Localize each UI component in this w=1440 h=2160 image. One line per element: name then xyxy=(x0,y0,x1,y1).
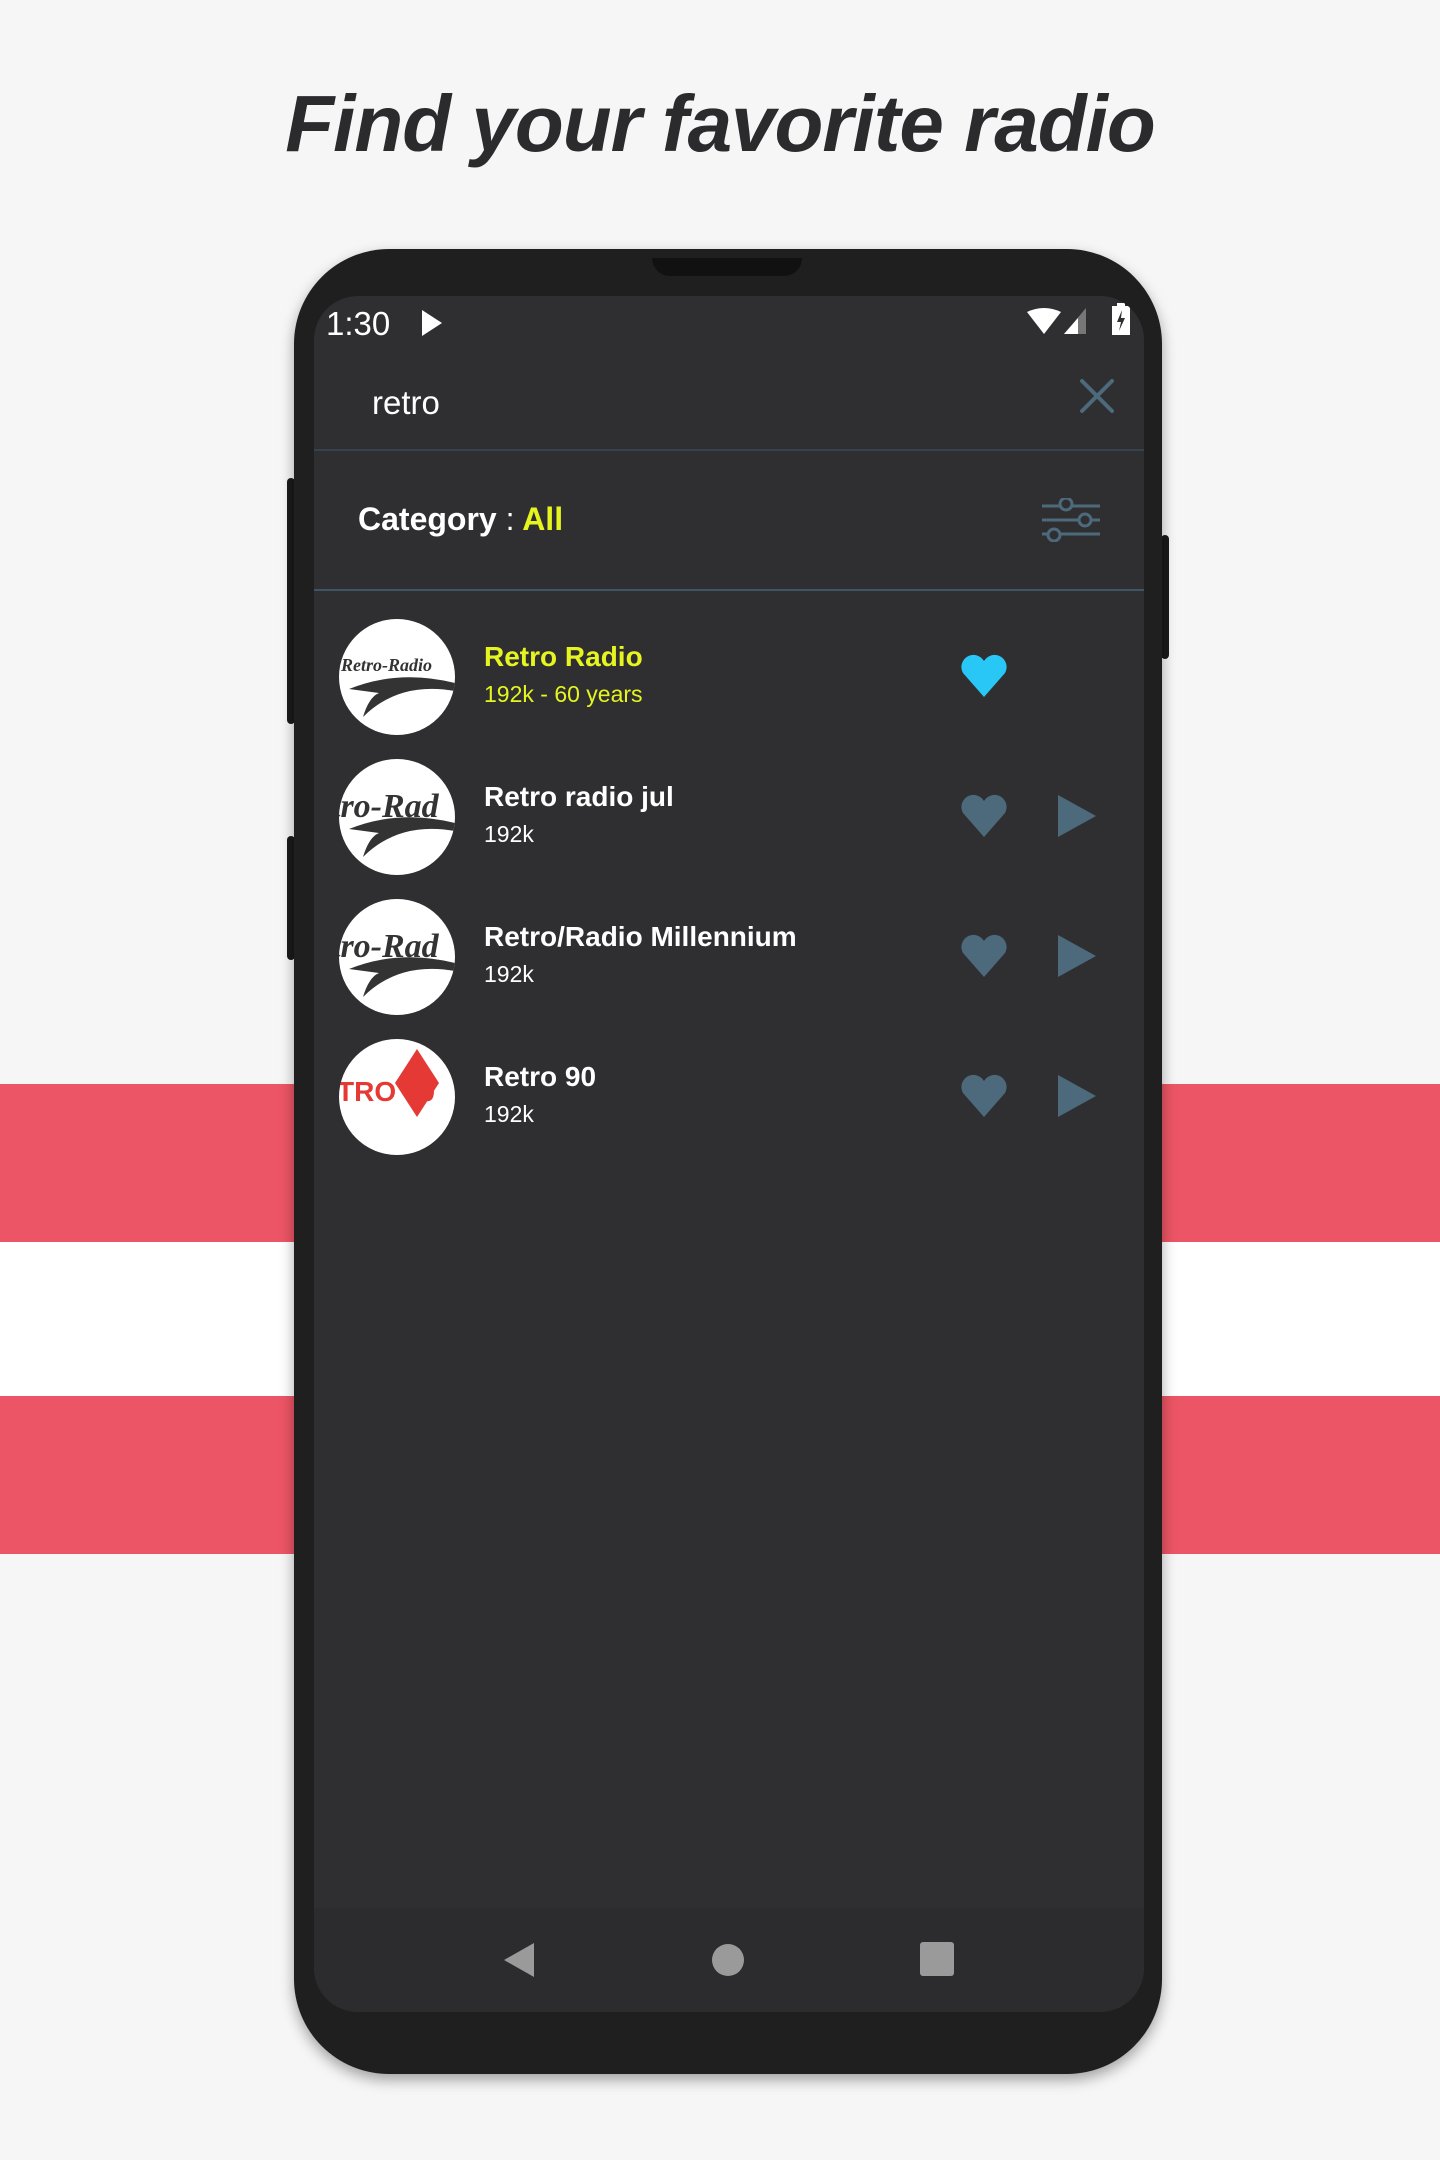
logo-text: Retro-Radio xyxy=(340,655,432,675)
category-value: All xyxy=(522,501,564,537)
station-name: Retro/Radio Millennium xyxy=(484,921,797,952)
station-row[interactable]: Retro-Radio Retro Radio 192k - 60 years xyxy=(314,607,1144,747)
battery-charging-icon xyxy=(1112,303,1130,335)
station-logo: TRO 90 xyxy=(339,1039,455,1155)
navigation-bar xyxy=(314,1908,1144,2012)
heart-icon[interactable] xyxy=(959,933,1009,979)
station-name: Retro 90 xyxy=(484,1061,597,1092)
status-bar: 1:30 xyxy=(314,296,1144,356)
home-icon[interactable] xyxy=(711,1943,745,1977)
station-name: Retro Radio xyxy=(484,641,643,672)
status-time: 1:30 xyxy=(326,305,391,342)
heart-icon[interactable] xyxy=(959,653,1009,699)
wifi-icon xyxy=(1027,308,1061,334)
signal-icon xyxy=(1064,308,1086,334)
heart-icon[interactable] xyxy=(959,1073,1009,1119)
category-row[interactable]: Category : All xyxy=(314,453,1144,591)
station-detail: 192k - 60 years xyxy=(484,681,643,707)
play-icon[interactable] xyxy=(1056,793,1098,839)
play-icon[interactable] xyxy=(1056,933,1098,979)
logo-text: tro-Rad xyxy=(339,928,440,965)
station-name: Retro radio jul xyxy=(484,781,674,812)
station-logo: tro-Rad xyxy=(339,759,455,875)
category-title: Category xyxy=(358,501,497,537)
station-row[interactable]: TRO 90 Retro 90 192k xyxy=(314,1027,1144,1167)
headline: Find your favorite radio xyxy=(285,79,1155,168)
phone-screen: 1:30 retro Category : All Retro-Radio Re… xyxy=(314,296,1144,2012)
station-logo: tro-Rad xyxy=(339,899,455,1015)
recents-icon[interactable] xyxy=(920,1942,954,1976)
close-icon[interactable] xyxy=(1079,378,1115,414)
logo-text: tro-Rad xyxy=(339,788,440,825)
search-bar[interactable]: retro xyxy=(314,356,1144,451)
heart-icon[interactable] xyxy=(959,793,1009,839)
back-icon[interactable] xyxy=(502,1941,536,1979)
station-row[interactable]: tro-Rad Retro radio jul 192k xyxy=(314,747,1144,887)
category-label: Category : All xyxy=(358,501,563,538)
logo-text: TRO 90 xyxy=(339,1076,435,1107)
category-separator: : xyxy=(505,501,515,537)
station-row[interactable]: tro-Rad Retro/Radio Millennium 192k xyxy=(314,887,1144,1027)
play-icon[interactable] xyxy=(1056,1073,1098,1119)
station-detail: 192k xyxy=(484,821,534,847)
search-input[interactable]: retro xyxy=(372,384,440,422)
phone-speaker xyxy=(652,258,802,276)
station-logo: Retro-Radio xyxy=(339,619,455,735)
station-detail: 192k xyxy=(484,961,534,987)
station-detail: 192k xyxy=(484,1101,534,1127)
sliders-icon[interactable] xyxy=(1042,498,1100,542)
play-icon xyxy=(422,310,442,336)
phone-side-button xyxy=(1161,535,1169,659)
